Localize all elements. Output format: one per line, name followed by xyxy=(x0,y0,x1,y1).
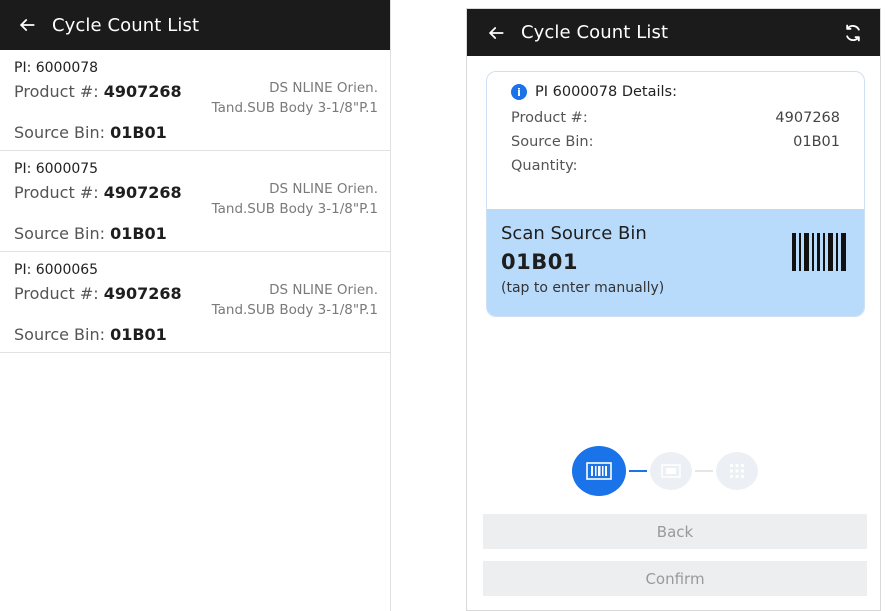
details-title: PI 6000078 Details: xyxy=(535,84,677,100)
source-bin-field: Source Bin: 01B01 xyxy=(14,123,378,142)
product-field: Product #: 4907268 xyxy=(14,183,182,202)
cycle-count-list-screen: Cycle Count List PI: 6000078 Product #: … xyxy=(0,0,391,611)
product-field: Product #: 4907268 xyxy=(14,284,182,303)
product-label: Product #: xyxy=(511,110,588,126)
source-bin-value: 01B01 xyxy=(110,224,167,243)
keypad-icon xyxy=(730,464,744,478)
product-field: Product #: 4907268 xyxy=(14,82,182,101)
pi-details-card: i PI 6000078 Details: Product #: 4907268… xyxy=(486,71,865,317)
page-title: Cycle Count List xyxy=(52,14,200,36)
scan-hint: (tap to enter manually) xyxy=(501,280,665,296)
source-bin-label: Source Bin: xyxy=(511,134,594,150)
pi-number: PI: 6000065 xyxy=(14,262,99,278)
product-description: DS NLINE Orien. Tand.SUB Body 3-1/8"P.1 xyxy=(212,179,378,219)
barcode-icon xyxy=(792,233,846,271)
details-header: i PI 6000078 Details: xyxy=(487,72,864,100)
source-bin-field: Source Bin: 01B01 xyxy=(14,224,378,243)
top-app-bar: Cycle Count List xyxy=(0,0,390,50)
cycle-count-detail-screen: Cycle Count List i PI 6000078 Details: P… xyxy=(466,8,881,611)
progress-stepper xyxy=(572,446,782,496)
description-line-1: DS NLINE Orien. xyxy=(269,282,378,298)
scan-source-bin-panel[interactable]: Scan Source Bin 01B01 (tap to enter manu… xyxy=(487,209,864,316)
details-rows: Product #: 4907268 Source Bin: 01B01 Qua… xyxy=(487,100,864,174)
quantity-label: Quantity: xyxy=(511,158,578,174)
description-line-2: Tand.SUB Body 3-1/8"P.1 xyxy=(211,302,378,318)
barcode-step-icon xyxy=(586,462,612,480)
detail-row-product: Product #: 4907268 xyxy=(487,110,864,126)
step-connector xyxy=(695,470,713,472)
source-bin-value: 01B01 xyxy=(110,123,167,142)
source-bin-label: Source Bin: xyxy=(14,224,111,243)
description-line-2: Tand.SUB Body 3-1/8"P.1 xyxy=(211,100,378,116)
description-line-2: Tand.SUB Body 3-1/8"P.1 xyxy=(211,201,378,217)
source-bin-value: 01B01 xyxy=(793,134,840,150)
top-app-bar-left: Cycle Count List xyxy=(485,22,668,44)
product-description: DS NLINE Orien. Tand.SUB Body 3-1/8"P.1 xyxy=(212,280,378,320)
product-description: DS NLINE Orien. Tand.SUB Body 3-1/8"P.1 xyxy=(212,78,378,118)
list-item[interactable]: PI: 6000078 Product #: 4907268 DS NLINE … xyxy=(0,50,390,151)
list-item[interactable]: PI: 6000065 Product #: 4907268 DS NLINE … xyxy=(0,252,390,353)
product-label: Product #: xyxy=(14,82,104,101)
detail-row-quantity: Quantity: xyxy=(487,158,864,174)
scan-step-icon xyxy=(661,464,681,478)
source-bin-field: Source Bin: 01B01 xyxy=(14,325,378,344)
list-item[interactable]: PI: 6000075 Product #: 4907268 DS NLINE … xyxy=(0,151,390,252)
arrow-left-icon[interactable] xyxy=(485,22,507,44)
product-value: 4907268 xyxy=(103,82,182,101)
product-value: 4907268 xyxy=(775,110,840,126)
product-label: Product #: xyxy=(14,284,104,303)
description-line-1: DS NLINE Orien. xyxy=(269,181,378,197)
confirm-button[interactable]: Confirm xyxy=(483,561,867,596)
step-scan-item[interactable] xyxy=(650,452,692,490)
arrow-left-icon[interactable] xyxy=(16,14,38,36)
step-connector xyxy=(629,470,647,472)
refresh-icon[interactable] xyxy=(842,22,864,44)
detail-row-source-bin: Source Bin: 01B01 xyxy=(487,134,864,150)
source-bin-label: Source Bin: xyxy=(14,325,111,344)
description-line-1: DS NLINE Orien. xyxy=(269,80,378,96)
product-label: Product #: xyxy=(14,183,104,202)
cycle-count-list: PI: 6000078 Product #: 4907268 DS NLINE … xyxy=(0,50,390,353)
pi-number: PI: 6000075 xyxy=(14,161,99,177)
pi-number: PI: 6000078 xyxy=(14,60,99,76)
top-app-bar: Cycle Count List xyxy=(467,9,880,56)
source-bin-label: Source Bin: xyxy=(14,123,111,142)
product-value: 4907268 xyxy=(103,284,182,303)
source-bin-value: 01B01 xyxy=(110,325,167,344)
step-scan-bin[interactable] xyxy=(572,446,626,496)
back-button[interactable]: Back xyxy=(483,514,867,549)
step-enter-quantity[interactable] xyxy=(716,452,758,490)
info-icon: i xyxy=(511,84,527,100)
page-title: Cycle Count List xyxy=(521,22,669,43)
product-value: 4907268 xyxy=(103,183,182,202)
